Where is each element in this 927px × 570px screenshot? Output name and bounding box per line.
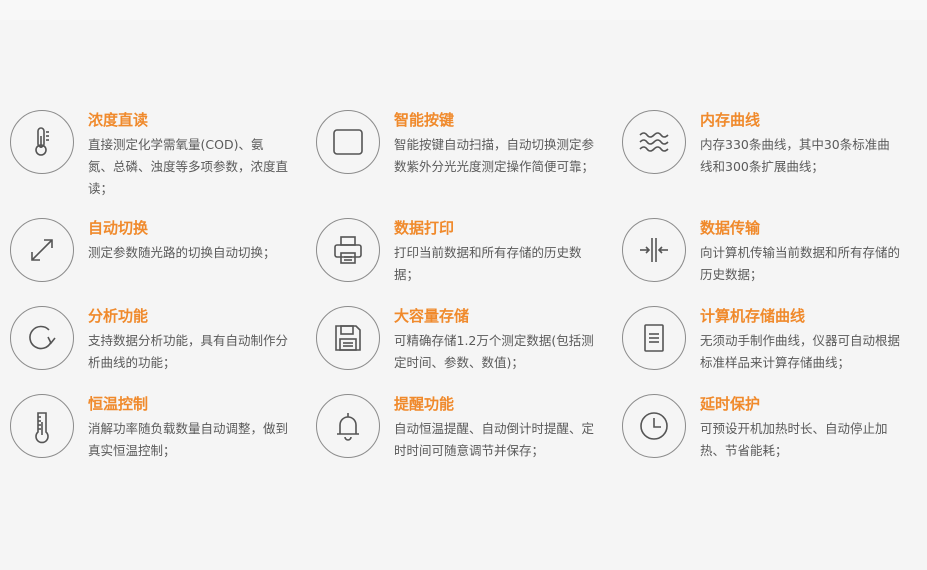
refresh-icon [10, 306, 74, 370]
feature-title: 提醒功能 [394, 395, 455, 413]
feature-smart-buttons: 智能按键 智能按键自动扫描，自动切换测定参数紫外分光光度测定操作简便可靠； [316, 110, 616, 198]
feature-desc: 可预设开机加热时长、自动停止加热、节省能耗； [700, 421, 888, 458]
printer-icon [316, 218, 380, 282]
feature-title: 浓度直读 [88, 111, 149, 129]
feature-desc: 无须动手制作曲线，仪器可自动根据标准样品来计算存储曲线； [700, 333, 901, 370]
feature-desc: 可精确存储1.2万个测定数据(包括测定时间、参数、数值)； [394, 333, 594, 370]
feature-analysis: 分析功能 支持数据分析功能，具有自动制作分析曲线的功能； [10, 306, 310, 394]
feature-data-printing: 数据打印 打印当前数据和所有存储的历史数据； [316, 218, 616, 306]
feature-desc: 测定参数随光路的切换自动切换； [88, 245, 276, 260]
feature-title: 智能按键 [394, 111, 455, 129]
feature-desc: 内存330条曲线，其中30条标准曲线和300条扩展曲线； [700, 137, 890, 174]
thermometer-scale-icon [10, 394, 74, 458]
feature-title: 计算机存储曲线 [700, 307, 806, 325]
feature-desc: 直接测定化学需氧量(COD)、氨氮、总磷、浊度等多项参数，浓度直读； [88, 137, 289, 196]
feature-computer-storage-curves: 计算机存储曲线 无须动手制作曲线，仪器可自动根据标准样品来计算存储曲线； [622, 306, 922, 394]
feature-title: 恒温控制 [88, 395, 149, 413]
feature-mass-storage: 大容量存储 可精确存储1.2万个测定数据(包括测定时间、参数、数值)； [316, 306, 616, 394]
expand-arrows-icon [10, 218, 74, 282]
thermometer-icon [10, 110, 74, 174]
feature-concentration-reading: 浓度直读 直接测定化学需氧量(COD)、氨氮、总磷、浊度等多项参数，浓度直读； [10, 110, 310, 198]
feature-desc: 消解功率随负载数量自动调整，做到真实恒温控制； [88, 421, 289, 458]
transfer-icon [622, 218, 686, 282]
bell-icon [316, 394, 380, 458]
feature-title: 分析功能 [88, 307, 149, 325]
feature-title: 数据传输 [700, 219, 761, 237]
feature-title: 延时保护 [700, 395, 761, 413]
feature-delay-protection: 延时保护 可预设开机加热时长、自动停止加热、节省能耗； [622, 394, 922, 482]
feature-thermostat-control: 恒温控制 消解功率随负载数量自动调整，做到真实恒温控制； [10, 394, 310, 482]
feature-desc: 打印当前数据和所有存储的历史数据； [394, 245, 582, 282]
document-icon [622, 306, 686, 370]
feature-data-transfer: 数据传输 向计算机传输当前数据和所有存储的历史数据； [622, 218, 922, 306]
feature-title: 自动切换 [88, 219, 149, 237]
feature-auto-switch: 自动切换 测定参数随光路的切换自动切换； [10, 218, 310, 306]
floppy-disk-icon [316, 306, 380, 370]
feature-reminder: 提醒功能 自动恒温提醒、自动倒计时提醒、定时时间可随意调节并保存； [316, 394, 616, 482]
top-band [0, 0, 927, 20]
clock-icon [622, 394, 686, 458]
feature-title: 数据打印 [394, 219, 455, 237]
waves-icon [622, 110, 686, 174]
feature-title: 内存曲线 [700, 111, 761, 129]
feature-desc: 支持数据分析功能，具有自动制作分析曲线的功能； [88, 333, 289, 370]
feature-memory-curves: 内存曲线 内存330条曲线，其中30条标准曲线和300条扩展曲线； [622, 110, 922, 198]
feature-title: 大容量存储 [394, 307, 470, 325]
feature-desc: 智能按键自动扫描，自动切换测定参数紫外分光光度测定操作简便可靠； [394, 137, 595, 174]
button-icon [316, 110, 380, 174]
feature-desc: 向计算机传输当前数据和所有存储的历史数据； [700, 245, 901, 282]
feature-desc: 自动恒温提醒、自动倒计时提醒、定时时间可随意调节并保存； [394, 421, 595, 458]
